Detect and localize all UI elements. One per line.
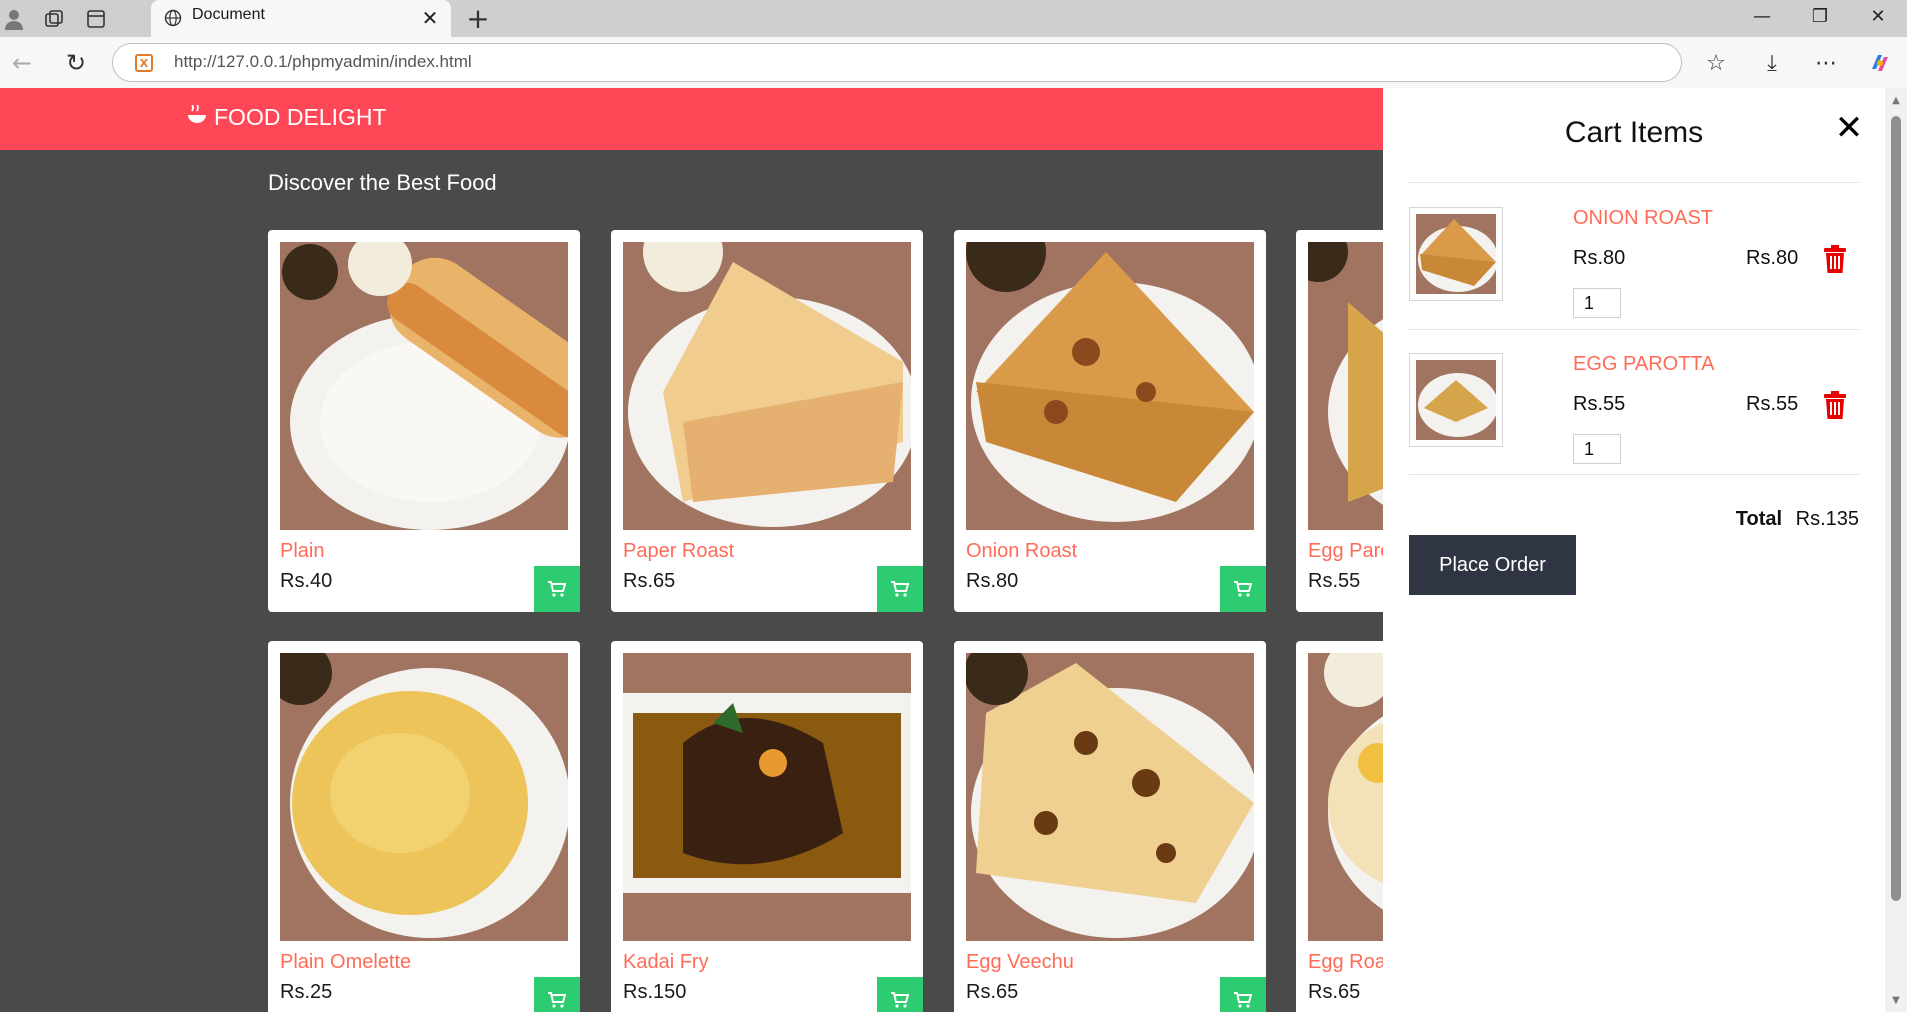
cart-item-subtotal: Rs.80 <box>1746 247 1799 269</box>
food-photo-paper-roast <box>623 242 911 530</box>
food-card: Onion Roast Rs.80 <box>954 230 1266 612</box>
back-icon[interactable]: ← <box>6 47 38 79</box>
tab-title: Document <box>192 6 265 23</box>
divider <box>1409 474 1859 475</box>
add-to-cart-button[interactable] <box>877 977 923 1012</box>
food-price: Rs.40 <box>280 570 333 592</box>
cart-item-name: ONION ROAST <box>1573 207 1714 229</box>
total-value: Rs.135 <box>1795 508 1859 530</box>
food-card: Plain Rs.40 <box>268 230 580 612</box>
food-name: Kadai Fry <box>623 951 709 973</box>
cart-icon <box>891 581 909 597</box>
cart-icon <box>891 992 909 1008</box>
trash-icon[interactable] <box>1821 243 1849 275</box>
cart-item-name: EGG PAROTTA <box>1573 353 1715 375</box>
food-name: Egg Veechu <box>966 951 1074 973</box>
food-card: Kadai Fry Rs.150 <box>611 641 923 1012</box>
food-price: Rs.25 <box>280 981 333 1003</box>
food-price: Rs.150 <box>623 981 687 1003</box>
cart-icon <box>1234 581 1252 597</box>
food-price: Rs.55 <box>1308 570 1361 592</box>
restore-icon[interactable]: ❐ <box>1791 0 1849 32</box>
cart-item: EGG PAROTTA Rs.55 Rs.55 <box>1409 329 1859 474</box>
url-text: http://127.0.0.1/phpmyadmin/index.html <box>174 52 472 71</box>
globe-icon <box>161 6 185 30</box>
food-name: Plain Omelette <box>280 951 412 973</box>
food-name: Onion Roast <box>966 540 1078 562</box>
total-label: Total <box>1735 508 1783 530</box>
more-options-icon[interactable]: ⋯ <box>1810 47 1842 79</box>
add-to-cart-button[interactable] <box>1220 977 1266 1012</box>
cart-item: ONION ROAST Rs.80 Rs.80 <box>1409 183 1859 328</box>
cart-total: Total Rs.135 <box>1409 508 1859 531</box>
food-bowl-icon <box>186 103 208 131</box>
download-icon[interactable]: ⤓ <box>1756 47 1788 79</box>
workspaces-icon[interactable] <box>42 7 66 31</box>
page-viewport: FOOD DELIGHT Discover the Best Food Plai… <box>0 88 1907 1012</box>
food-photo-plain <box>280 242 568 530</box>
page-scrollbar[interactable]: ▲ ▼ <box>1885 88 1907 1012</box>
copilot-icon[interactable] <box>1864 47 1896 79</box>
favorites-icon[interactable]: ☆ <box>1700 47 1732 79</box>
cart-item-subtotal: Rs.55 <box>1746 393 1799 415</box>
close-cart-icon[interactable]: ✕ <box>1831 108 1867 148</box>
food-name: Plain <box>280 540 325 562</box>
brand-name: FOOD DELIGHT <box>214 104 387 130</box>
scrollbar-thumb[interactable] <box>1891 116 1901 901</box>
food-photo-kadai-fry <box>623 653 911 941</box>
food-price: Rs.65 <box>966 981 1019 1003</box>
food-photo-onion-roast <box>966 242 1254 530</box>
food-price: Rs.80 <box>966 570 1019 592</box>
scroll-down-icon[interactable]: ▼ <box>1890 994 1902 1006</box>
quantity-input[interactable] <box>1573 288 1621 318</box>
new-tab-icon[interactable]: + <box>463 2 493 35</box>
cart-title: Cart Items <box>1564 116 1704 149</box>
site-info-icon[interactable]: X <box>135 54 153 72</box>
profile-icon[interactable] <box>2 7 26 31</box>
brand[interactable]: FOOD DELIGHT <box>186 103 387 131</box>
cart-icon <box>548 992 566 1008</box>
browser-tab-strip: Document ✕ + — ❐ ✕ <box>0 0 1907 37</box>
minimize-icon[interactable]: — <box>1733 0 1791 32</box>
food-card: Egg Veechu Rs.65 <box>954 641 1266 1012</box>
cart-item-thumbnail <box>1409 207 1503 301</box>
add-to-cart-button[interactable] <box>534 977 580 1012</box>
refresh-icon[interactable]: ↻ <box>60 47 92 79</box>
food-name: Paper Roast <box>623 540 735 562</box>
close-window-icon[interactable]: ✕ <box>1849 0 1907 32</box>
address-bar[interactable]: X http://127.0.0.1/phpmyadmin/index.html <box>112 43 1682 82</box>
food-card: Plain Omelette Rs.25 <box>268 641 580 1012</box>
place-order-button[interactable]: Place Order <box>1409 535 1576 595</box>
food-price: Rs.65 <box>1308 981 1361 1003</box>
scroll-up-icon[interactable]: ▲ <box>1890 94 1902 106</box>
cart-item-price: Rs.80 <box>1573 247 1626 269</box>
section-title: Discover the Best Food <box>268 170 497 195</box>
cart-item-thumbnail <box>1409 353 1503 447</box>
cart-icon <box>548 581 566 597</box>
cart-item-price: Rs.55 <box>1573 393 1626 415</box>
add-to-cart-button[interactable] <box>534 566 580 612</box>
tab-actions-icon[interactable] <box>84 7 108 31</box>
food-photo-omelette <box>280 653 568 941</box>
trash-icon[interactable] <box>1821 389 1849 421</box>
add-to-cart-button[interactable] <box>1220 566 1266 612</box>
cart-panel: Cart Items ✕ ONION ROAST Rs.80 Rs.80 EGG… <box>1383 88 1885 1012</box>
food-photo-egg-veechu <box>966 653 1254 941</box>
food-card: Paper Roast Rs.65 <box>611 230 923 612</box>
food-price: Rs.65 <box>623 570 676 592</box>
quantity-input[interactable] <box>1573 434 1621 464</box>
add-to-cart-button[interactable] <box>877 566 923 612</box>
browser-toolbar: ← ↻ X http://127.0.0.1/phpmyadmin/index.… <box>0 37 1907 88</box>
tab-document[interactable]: Document ✕ <box>151 0 451 37</box>
close-tab-icon[interactable]: ✕ <box>417 5 443 31</box>
cart-icon <box>1234 992 1252 1008</box>
